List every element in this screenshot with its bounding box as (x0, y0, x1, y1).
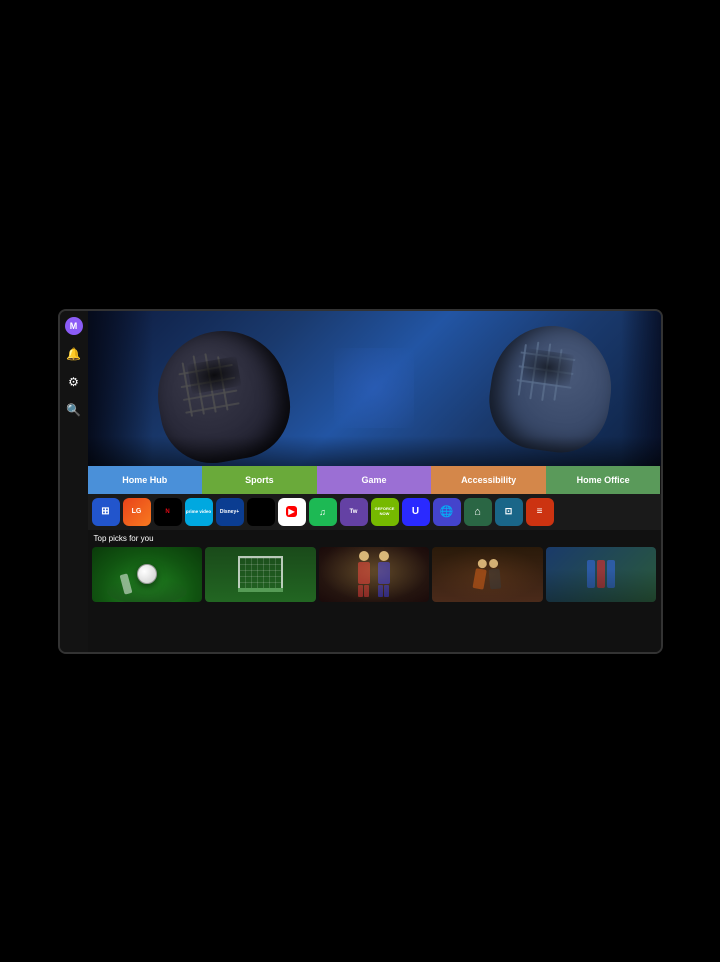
thumbnail-boxing[interactable] (319, 547, 430, 602)
content-area: Top picks for you (88, 530, 661, 652)
thumbnail-mma[interactable] (432, 547, 543, 602)
nav-tabs: Home Hub Sports Game Accessibility Home … (88, 466, 661, 494)
app-apps[interactable]: ⊞ (92, 498, 120, 526)
app-web[interactable]: 🌐 (433, 498, 461, 526)
thumbnail-soccer2[interactable] (205, 547, 316, 602)
app-twitch[interactable]: Tw (340, 498, 368, 526)
bell-icon[interactable]: 🔔 (65, 345, 83, 363)
main-content: Home Hub Sports Game Accessibility Home … (88, 311, 661, 652)
app-disney[interactable]: Disney+ (216, 498, 244, 526)
settings-icon[interactable]: ⚙ (65, 373, 83, 391)
app-netflix[interactable]: N (154, 498, 182, 526)
tab-home-hub[interactable]: Home Hub (88, 466, 203, 494)
app-prime[interactable]: prime video (185, 498, 213, 526)
app-screen-share[interactable]: ⊡ (495, 498, 523, 526)
app-youtube[interactable]: ▶ (278, 498, 306, 526)
app-lg[interactable]: LG (123, 498, 151, 526)
app-apple[interactable] (247, 498, 275, 526)
sidebar: M 🔔 ⚙ 🔍 (60, 311, 88, 652)
section-title: Top picks for you (92, 534, 657, 543)
tv-frame: M 🔔 ⚙ 🔍 (58, 309, 663, 654)
thumbnail-soccer1[interactable] (92, 547, 203, 602)
app-upnext[interactable]: U (402, 498, 430, 526)
tab-home-office[interactable]: Home Office (546, 466, 661, 494)
center-glow (334, 348, 414, 428)
app-more[interactable]: ≡ (526, 498, 554, 526)
tab-accessibility[interactable]: Accessibility (431, 466, 546, 494)
app-geforce[interactable]: GEFORCE NOW (371, 498, 399, 526)
avatar[interactable]: M (65, 317, 83, 335)
tab-game[interactable]: Game (317, 466, 432, 494)
avatar-letter: M (70, 321, 78, 331)
app-spotify[interactable]: ♫ (309, 498, 337, 526)
app-smartthings[interactable]: ⌂ (464, 498, 492, 526)
apps-row: ⊞ LG N prime video Disney+ ▶ ♫ (88, 494, 661, 530)
tab-sports[interactable]: Sports (202, 466, 317, 494)
search-icon[interactable]: 🔍 (65, 401, 83, 419)
hero-background (88, 311, 661, 466)
thumbnail-football[interactable] (546, 547, 657, 602)
hero-area (88, 311, 661, 466)
thumbnails-row (92, 547, 657, 602)
